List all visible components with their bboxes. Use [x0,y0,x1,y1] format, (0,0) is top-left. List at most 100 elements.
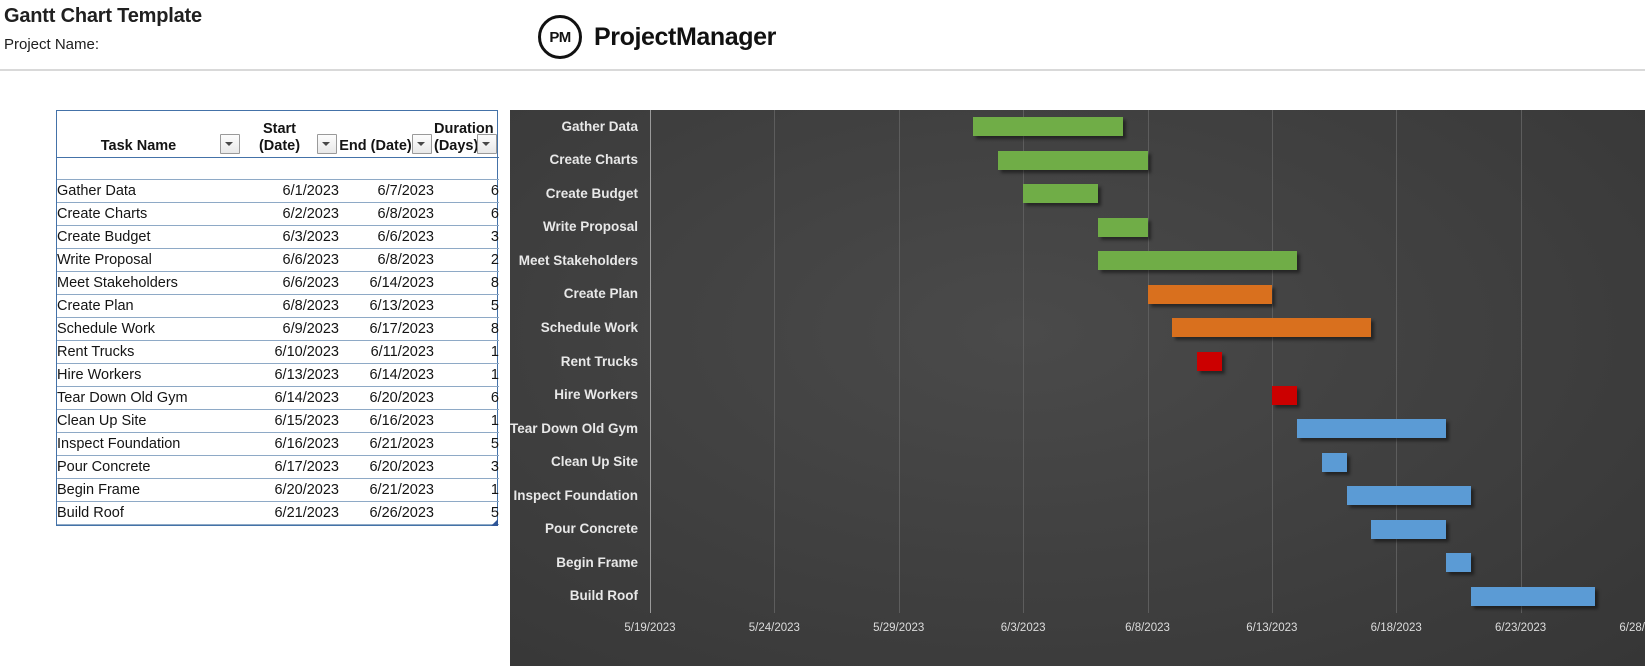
cell-start-date[interactable]: 6/3/2023 [242,225,339,248]
filter-button-start-date[interactable] [317,134,337,154]
table-row[interactable]: Rent Trucks6/10/20236/11/20231 [57,340,499,363]
cell-task-name[interactable]: Tear Down Old Gym [57,386,242,409]
gantt-bar[interactable] [1148,285,1272,304]
cell-task-name[interactable]: Build Roof [57,501,242,524]
cell-start-date[interactable]: 6/17/2023 [242,455,339,478]
table-row[interactable]: Create Charts6/2/20236/8/20236 [57,202,499,225]
cell-start-date[interactable]: 6/14/2023 [242,386,339,409]
cell-task-name[interactable]: Inspect Foundation [57,432,242,455]
cell-duration[interactable]: 5 [434,501,499,524]
y-axis-category-label: Rent Trucks [561,355,638,369]
cell-end-date[interactable]: 6/14/2023 [339,363,434,386]
cell-task-name[interactable]: Meet Stakeholders [57,271,242,294]
cell-task-name[interactable]: Schedule Work [57,317,242,340]
table-row[interactable]: Gather Data6/1/20236/7/20236 [57,179,499,202]
table-row[interactable]: Clean Up Site6/15/20236/16/20231 [57,409,499,432]
gantt-bar[interactable] [998,151,1147,170]
table-row[interactable]: Hire Workers6/13/20236/14/20231 [57,363,499,386]
gantt-bar[interactable] [1197,352,1222,371]
gantt-bar[interactable] [1471,587,1595,606]
cell-end-date[interactable]: 6/8/2023 [339,248,434,271]
cell-duration[interactable]: 1 [434,409,499,432]
cell-start-date[interactable]: 6/2/2023 [242,202,339,225]
table-row[interactable]: Pour Concrete6/17/20236/20/20233 [57,455,499,478]
cell-duration[interactable]: 8 [434,271,499,294]
cell-duration[interactable]: 8 [434,317,499,340]
filter-button-task-name[interactable] [220,134,240,154]
cell-duration[interactable]: 6 [434,386,499,409]
cell-task-name[interactable]: Pour Concrete [57,455,242,478]
cell-task-name[interactable]: Gather Data [57,179,242,202]
cell-end-date[interactable]: 6/13/2023 [339,294,434,317]
task-table-container: Task Name Start (Date) End (Date) [56,110,498,526]
cell-duration[interactable]: 1 [434,340,499,363]
cell-task-name[interactable]: Create Budget [57,225,242,248]
gantt-bar[interactable] [1023,184,1098,203]
gantt-bar[interactable] [1297,419,1446,438]
filter-button-duration[interactable] [477,134,497,154]
gantt-bar[interactable] [1371,520,1446,539]
x-axis-tick-label: 6/8/2023 [1125,622,1170,634]
cell-task-name[interactable]: Create Plan [57,294,242,317]
cell-duration[interactable]: 3 [434,225,499,248]
cell-end-date[interactable]: 6/21/2023 [339,478,434,501]
cell-end-date[interactable]: 6/14/2023 [339,271,434,294]
table-row[interactable]: Write Proposal6/6/20236/8/20232 [57,248,499,271]
cell-task-name[interactable]: Create Charts [57,202,242,225]
gantt-bar[interactable] [1172,318,1371,337]
table-row[interactable]: Begin Frame6/20/20236/21/20231 [57,478,499,501]
cell-end-date[interactable]: 6/20/2023 [339,386,434,409]
cell-end-date[interactable]: 6/21/2023 [339,432,434,455]
cell-task-name[interactable]: Begin Frame [57,478,242,501]
cell-duration[interactable]: 6 [434,179,499,202]
gantt-bar[interactable] [1098,218,1148,237]
cell-start-date[interactable]: 6/1/2023 [242,179,339,202]
filter-button-end-date[interactable] [412,134,432,154]
cell-start-date[interactable]: 6/16/2023 [242,432,339,455]
cell-end-date[interactable]: 6/20/2023 [339,455,434,478]
cell-start-date[interactable]: 6/10/2023 [242,340,339,363]
cell-start-date[interactable]: 6/13/2023 [242,363,339,386]
cell-task-name[interactable]: Hire Workers [57,363,242,386]
cell-start-date[interactable]: 6/20/2023 [242,478,339,501]
cell-duration[interactable]: 3 [434,455,499,478]
cell-end-date[interactable]: 6/7/2023 [339,179,434,202]
cell-start-date[interactable]: 6/6/2023 [242,248,339,271]
table-empty-row[interactable] [57,157,499,179]
cell-end-date[interactable]: 6/17/2023 [339,317,434,340]
cell-start-date[interactable]: 6/6/2023 [242,271,339,294]
gantt-bar[interactable] [1272,386,1297,405]
cell-task-name[interactable]: Rent Trucks [57,340,242,363]
table-row[interactable]: Schedule Work6/9/20236/17/20238 [57,317,499,340]
cell-duration[interactable]: 5 [434,294,499,317]
table-row[interactable]: Inspect Foundation6/16/20236/21/20235 [57,432,499,455]
table-row[interactable]: Tear Down Old Gym6/14/20236/20/20236 [57,386,499,409]
cell-duration[interactable]: 1 [434,363,499,386]
table-row[interactable]: Meet Stakeholders6/6/20236/14/20238 [57,271,499,294]
cell-end-date[interactable]: 6/6/2023 [339,225,434,248]
table-row[interactable]: Create Budget6/3/20236/6/20233 [57,225,499,248]
cell-start-date[interactable]: 6/8/2023 [242,294,339,317]
cell-duration[interactable]: 1 [434,478,499,501]
table-row[interactable]: Create Plan6/8/20236/13/20235 [57,294,499,317]
gantt-bar[interactable] [973,117,1122,136]
cell-end-date[interactable]: 6/26/2023 [339,501,434,524]
table-row[interactable]: Build Roof6/21/20236/26/20235 [57,501,499,524]
cell-duration[interactable]: 6 [434,202,499,225]
cell-duration[interactable]: 2 [434,248,499,271]
cell-duration[interactable]: 5 [434,432,499,455]
cell-end-date[interactable]: 6/16/2023 [339,409,434,432]
cell-task-name[interactable]: Write Proposal [57,248,242,271]
y-axis-category-label: Write Proposal [543,220,638,234]
gantt-bar[interactable] [1322,453,1347,472]
cell-start-date[interactable]: 6/15/2023 [242,409,339,432]
gantt-bar[interactable] [1347,486,1471,505]
cell-task-name[interactable]: Clean Up Site [57,409,242,432]
gantt-bar[interactable] [1446,553,1471,572]
cell-end-date[interactable]: 6/11/2023 [339,340,434,363]
table-resize-handle[interactable] [491,519,498,526]
gantt-bar[interactable] [1098,251,1297,270]
cell-start-date[interactable]: 6/21/2023 [242,501,339,524]
cell-end-date[interactable]: 6/8/2023 [339,202,434,225]
cell-start-date[interactable]: 6/9/2023 [242,317,339,340]
